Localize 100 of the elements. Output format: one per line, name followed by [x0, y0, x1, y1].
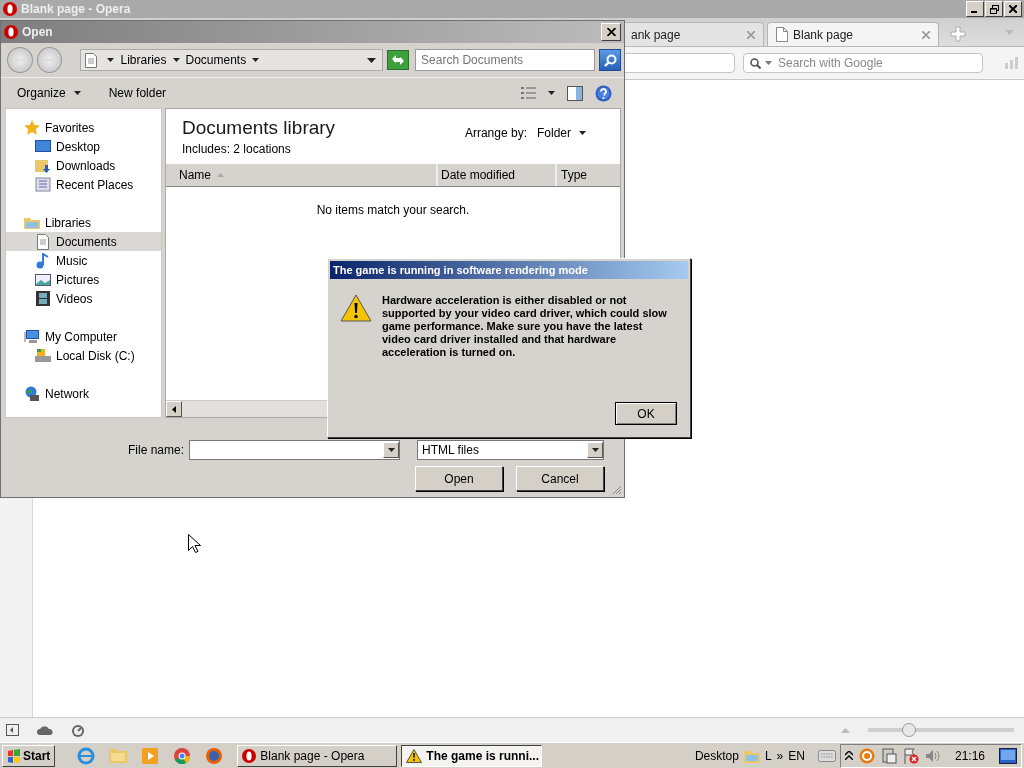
- close-button[interactable]: [1004, 1, 1022, 17]
- toolbar-label: Desktop: [694, 748, 739, 763]
- recent-places-icon: [35, 176, 51, 193]
- new-folder-button[interactable]: New folder: [102, 83, 173, 103]
- file-type-dropdown[interactable]: HTML files: [417, 440, 604, 460]
- caret-icon: [252, 58, 260, 62]
- browser-tab[interactable]: ank page: [622, 22, 764, 46]
- scroll-left-icon[interactable]: [172, 405, 176, 413]
- sort-up-icon: [217, 173, 224, 177]
- preview-pane-icon[interactable]: [567, 85, 583, 101]
- sidebar-item[interactable]: Libraries: [6, 213, 161, 232]
- search-button[interactable]: [599, 49, 621, 71]
- message-title: The game is running in software rendering mode: [330, 261, 688, 279]
- taskbar-button[interactable]: Blank page - Opera: [237, 744, 398, 767]
- help-icon[interactable]: [595, 84, 612, 102]
- library-title: Documents library: [182, 117, 336, 139]
- close-icon: [606, 28, 616, 36]
- network-globe-icon: [24, 385, 40, 402]
- speedometer-icon[interactable]: [71, 723, 85, 737]
- search-icon: [750, 57, 761, 69]
- view-list-icon[interactable]: [521, 87, 536, 99]
- search-field[interactable]: Search with Google: [776, 55, 970, 71]
- search-box[interactable]: Search with Google: [743, 53, 983, 73]
- window-title: Blank page - Opera: [21, 2, 131, 16]
- caret-icon: [73, 91, 81, 95]
- document-icon: [35, 233, 51, 250]
- chevron-button[interactable]: »: [776, 748, 784, 763]
- sidebar-item[interactable]: Local Disk (C:): [6, 346, 161, 365]
- sidebar-item[interactable]: Network: [6, 384, 161, 403]
- cancel-button[interactable]: Cancel: [516, 466, 604, 491]
- open-button[interactable]: Open: [415, 466, 503, 491]
- taskbar-button[interactable]: The game is runni...: [401, 744, 543, 767]
- clock: 21:16: [954, 748, 985, 763]
- warning-icon: [340, 294, 372, 322]
- close-button[interactable]: [601, 23, 621, 41]
- expand-tray-icon[interactable]: [844, 751, 853, 760]
- language-indicator[interactable]: EN: [788, 748, 805, 763]
- close-icon[interactable]: [747, 30, 755, 39]
- search-field[interactable]: Search Documents: [415, 49, 596, 71]
- update-icon[interactable]: [858, 747, 875, 764]
- caret-icon[interactable]: [548, 91, 555, 95]
- restore-button[interactable]: [985, 1, 1003, 17]
- dialog-title: Open: [22, 25, 53, 39]
- sidebar-item[interactable]: Recent Places: [6, 175, 161, 194]
- slider-thumb[interactable]: [901, 723, 916, 737]
- media-player-icon[interactable]: [141, 746, 160, 765]
- refresh-button[interactable]: [387, 50, 410, 70]
- sidebar-item[interactable]: Downloads: [6, 156, 161, 175]
- empty-message: No items match your search.: [315, 203, 471, 217]
- flag-error-icon[interactable]: [902, 747, 919, 764]
- forward-button[interactable]: [36, 47, 63, 73]
- caret-icon: [172, 58, 180, 62]
- sidebar-item[interactable]: Documents: [6, 232, 161, 251]
- signal-icon: [1005, 57, 1019, 69]
- speaker-icon[interactable]: [924, 748, 941, 763]
- device-icon[interactable]: [880, 747, 897, 764]
- start-button[interactable]: Start: [2, 744, 56, 767]
- file-name-field[interactable]: [189, 440, 400, 460]
- dropdown-icon[interactable]: [591, 448, 599, 452]
- close-icon: [1009, 5, 1017, 13]
- sidebar-item[interactable]: Pictures: [6, 270, 161, 289]
- column-header[interactable]: Type: [557, 164, 620, 186]
- search-icon: [603, 53, 617, 67]
- column-header[interactable]: Name: [166, 164, 438, 186]
- sidebar-item[interactable]: Favorites: [6, 118, 161, 137]
- sidebar-item[interactable]: Videos: [6, 289, 161, 308]
- sidebar-item[interactable]: My Computer: [6, 327, 161, 346]
- dropdown-icon[interactable]: [367, 57, 377, 63]
- star-icon: [24, 119, 40, 136]
- restore-icon: [989, 4, 999, 14]
- breadcrumb-link[interactable]: Documents: [183, 53, 249, 67]
- desktop-icon: [35, 138, 51, 155]
- breadcrumb-link[interactable]: Libraries: [118, 53, 169, 67]
- browser-tab[interactable]: Blank page: [767, 22, 939, 46]
- library-subtitle: Includes: 2 locations: [182, 142, 292, 156]
- arrange-label: Arrange by:: [464, 125, 527, 140]
- address-field[interactable]: [622, 53, 735, 73]
- sidebar-item[interactable]: Music: [6, 251, 161, 270]
- back-button[interactable]: [7, 47, 33, 73]
- film-icon: [35, 290, 51, 307]
- picture-icon: [35, 271, 51, 288]
- sidebar-item[interactable]: Desktop: [6, 137, 161, 156]
- minimize-button[interactable]: [966, 1, 984, 17]
- show-desktop-icon[interactable]: [999, 747, 1017, 764]
- panel-toggle-icon[interactable]: [6, 724, 19, 736]
- music-note-icon: [35, 252, 51, 269]
- page-icon: [776, 27, 788, 42]
- windows-flag-icon: [7, 748, 21, 763]
- column-header[interactable]: Date modified: [438, 164, 557, 186]
- ok-button[interactable]: OK: [615, 402, 677, 425]
- cloud-icon[interactable]: [37, 725, 53, 735]
- close-icon[interactable]: [922, 30, 930, 39]
- file-name-label: File name:: [127, 443, 184, 457]
- caret-icon: [579, 130, 586, 135]
- keyboard-icon[interactable]: [817, 749, 836, 762]
- arrange-dropdown[interactable]: Folder: [537, 125, 586, 140]
- organize-menu[interactable]: Organize: [11, 83, 87, 103]
- dropdown-icon[interactable]: [387, 448, 395, 452]
- address-bar[interactable]: Libraries Documents: [80, 49, 384, 71]
- message-text: Hardware acceleration is either disabled or not supported by your video card driver, which could slow game performance. Make sure you have the latest video card driver installed and that hardware acceleration is turned on.: [382, 294, 668, 359]
